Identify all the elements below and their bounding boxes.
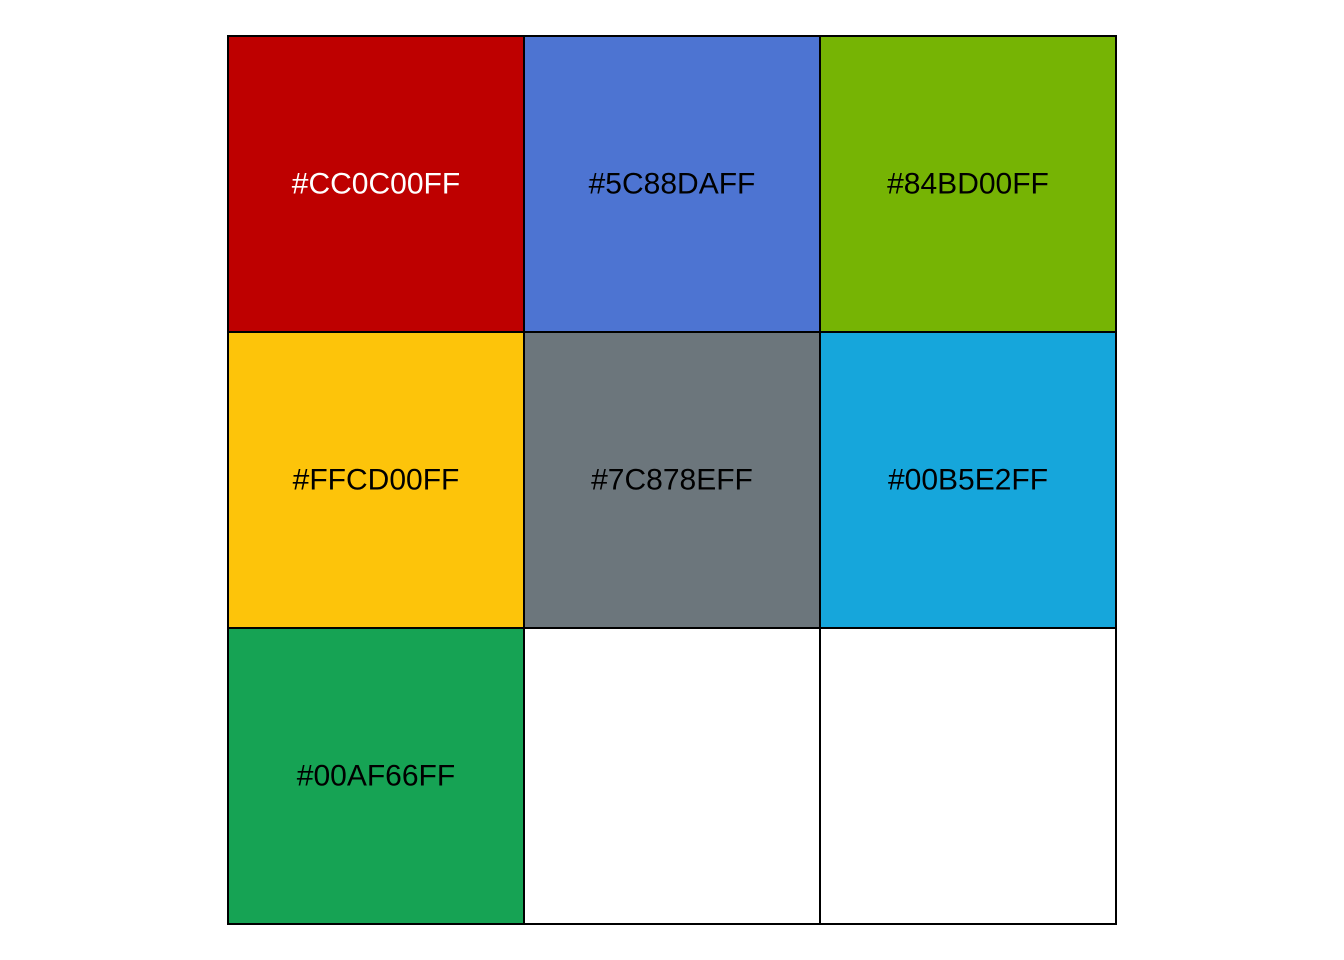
empty-cell [523,627,821,925]
empty-rect [523,627,821,925]
swatch-cell: #84BD00FF [819,35,1117,333]
swatch-cell: #CC0C00FF [227,35,525,333]
swatch-cell: #00B5E2FF [819,331,1117,629]
swatch-cell: #5C88DAFF [523,35,821,333]
swatch-label: #CC0C00FF [292,168,460,201]
swatch-cell: #00AF66FF [227,627,525,925]
swatch-cell: #FFCD00FF [227,331,525,629]
swatch-label: #5C88DAFF [589,168,756,201]
swatch-label: #00AF66FF [297,760,455,793]
swatch-label: #FFCD00FF [293,464,460,497]
swatch-cell: #7C878EFF [523,331,821,629]
empty-rect [819,627,1117,925]
empty-cell [819,627,1117,925]
swatch-label: #7C878EFF [591,464,753,497]
swatch-label: #00B5E2FF [888,464,1048,497]
swatch-label: #84BD00FF [887,168,1049,201]
color-swatch-grid: #CC0C00FF #5C88DAFF #84BD00FF #FFCD00FF #7C8… [227,35,1117,925]
